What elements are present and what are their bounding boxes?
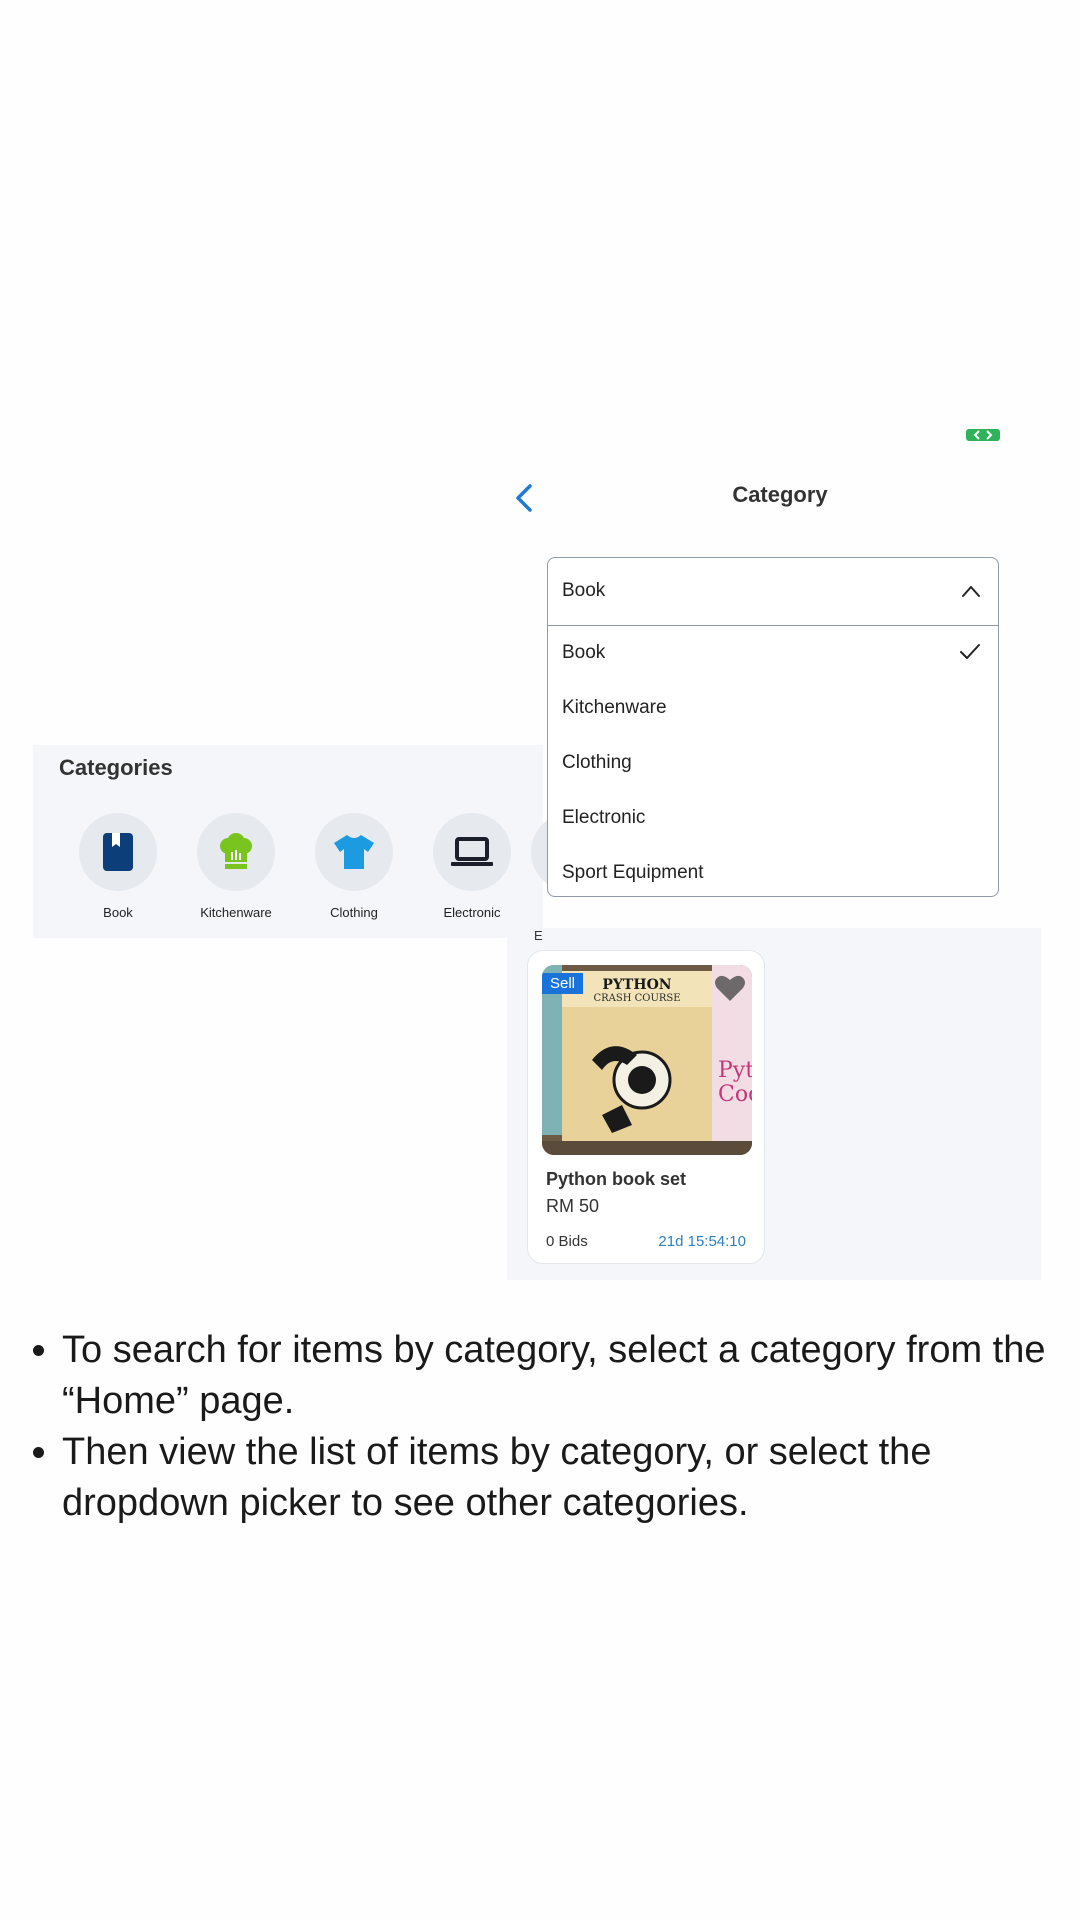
category-label: Book xyxy=(103,905,133,920)
categories-section: Categories Book Kitchenware Clothing Ele… xyxy=(33,745,571,938)
category-electronic[interactable]: Electronic xyxy=(413,813,531,920)
item-image: CRASH COURSE PYTHON Pyt Coo Sell xyxy=(542,965,752,1155)
chevron-left-icon xyxy=(516,484,532,512)
dropdown-selected-value: Book xyxy=(562,580,606,601)
svg-text:Coo: Coo xyxy=(718,1082,752,1107)
tshirt-icon xyxy=(334,835,374,869)
instruction-item: Then view the list of items by category,… xyxy=(62,1427,1055,1529)
option-label: Clothing xyxy=(562,752,632,773)
category-label: Clothing xyxy=(330,905,378,920)
instruction-item: To search for items by category, select … xyxy=(62,1325,1055,1427)
heart-icon xyxy=(715,975,745,1001)
dropdown-option-kitchenware[interactable]: Kitchenware xyxy=(548,681,998,736)
category-book[interactable]: Book xyxy=(59,813,177,920)
item-countdown: 21d 15:54:10 xyxy=(658,1233,746,1250)
option-label: Kitchenware xyxy=(562,697,667,718)
item-card[interactable]: CRASH COURSE PYTHON Pyt Coo Sell Python … xyxy=(527,950,765,1264)
favorite-button[interactable] xyxy=(714,973,746,1003)
item-bids: 0 Bids xyxy=(546,1233,588,1250)
option-label: Electronic xyxy=(562,807,646,828)
dropdown-option-book[interactable]: Book xyxy=(548,626,998,681)
chef-hat-icon xyxy=(220,833,252,869)
listing-section: E CRASH COURSE PYTHON Pyt Coo Sell xyxy=(507,928,1041,1280)
page-title: Category xyxy=(732,482,828,507)
category-label: Kitchenware xyxy=(200,905,272,920)
category-clothing[interactable]: Clothing xyxy=(295,813,413,920)
dropdown-option-sport-equipment[interactable]: Sport Equipment xyxy=(548,846,998,901)
laptop-icon xyxy=(451,837,493,866)
item-title: Python book set xyxy=(546,1169,687,1189)
dropdown-option-clothing[interactable]: Clothing xyxy=(548,736,998,791)
chevron-up-icon xyxy=(962,586,980,597)
category-kitchenware[interactable]: Kitchenware xyxy=(177,813,295,920)
instructions: To search for items by category, select … xyxy=(25,1325,1055,1529)
category-label: Electronic xyxy=(443,905,501,920)
book-icon xyxy=(103,833,133,871)
option-label: Sport Equipment xyxy=(562,862,704,883)
categories-heading: Categories xyxy=(59,755,173,780)
dropdown-option-electronic[interactable]: Electronic xyxy=(548,791,998,846)
svg-text:Pyt: Pyt xyxy=(718,1058,752,1083)
status-indicator-icon xyxy=(966,428,1000,442)
option-label: Book xyxy=(562,642,606,663)
svg-text:PYTHON: PYTHON xyxy=(602,977,671,993)
section-label-cut: E xyxy=(534,928,543,943)
check-icon xyxy=(960,644,980,659)
category-dropdown[interactable]: Book Book Kitchenware Clothing Electroni… xyxy=(547,557,999,897)
dropdown-header[interactable]: Book xyxy=(548,558,998,626)
back-button[interactable] xyxy=(508,480,544,516)
sell-tag: Sell xyxy=(542,973,584,994)
item-price: RM 50 xyxy=(546,1196,600,1216)
svg-text:CRASH COURSE: CRASH COURSE xyxy=(593,993,680,1004)
